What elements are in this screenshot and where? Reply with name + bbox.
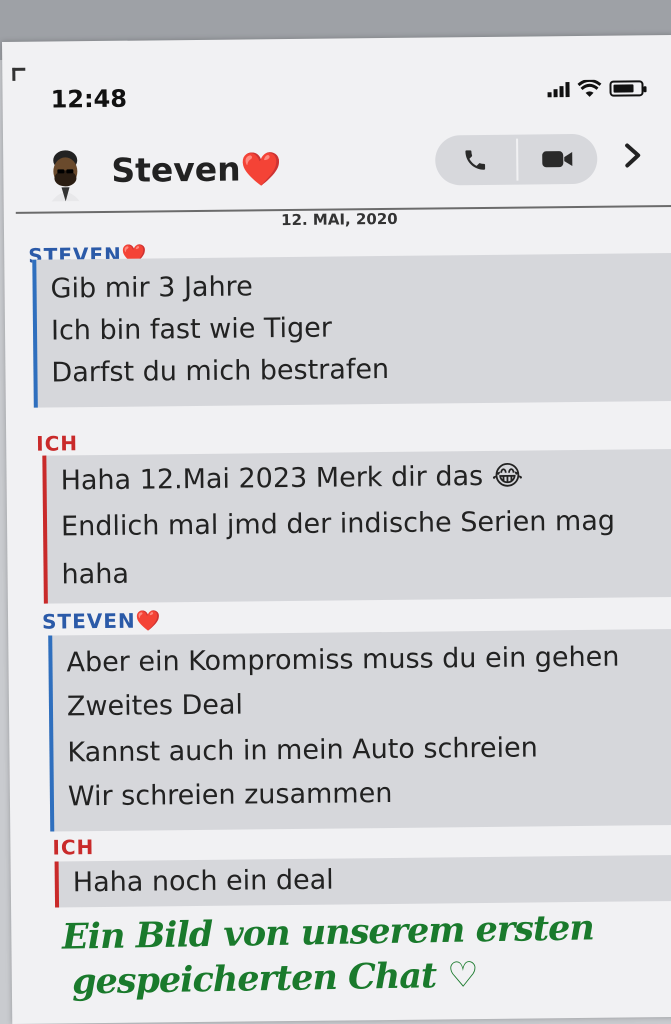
message-line: Endlich mal jmd der indische Serien mag [60, 505, 616, 543]
message-line: Darfst du mich bestrafen [51, 353, 390, 389]
printed-screenshot: 12:48 Steven❤️ 12. MAI, 2020 STEVEN❤️ Gi… [2, 34, 671, 1024]
message-line: Gib mir 3 Jahre [50, 271, 253, 305]
message-line: Aber ein Kompromiss muss du ein gehen [66, 641, 620, 679]
handwritten-note-line-2: gespeicherten Chat ♡ [71, 954, 479, 1003]
message-line: Kannst auch in mein Auto schreien [67, 732, 538, 769]
video-icon [542, 151, 573, 168]
message-bar [32, 259, 38, 408]
battery-icon [609, 80, 644, 97]
phone-icon [465, 150, 486, 170]
message-bar [48, 635, 55, 832]
status-time: 12:48 [50, 84, 128, 114]
call-actions [435, 133, 598, 186]
message-line: Ich bin fast wie Tiger [50, 312, 333, 347]
signal-icon [547, 81, 570, 98]
sender-label-me: ICH [52, 835, 95, 860]
message-line: Wir schreien zusammen [67, 777, 393, 813]
message-group: Aber ein Kompromiss muss du ein gehen Zw… [48, 628, 671, 832]
message-line: Haha 12.Mai 2023 Merk dir das 😂 [60, 460, 524, 497]
corner-mark [12, 67, 26, 81]
contact-name[interactable]: Steven❤️ [111, 149, 282, 191]
message-group: Haha noch ein deal [54, 854, 671, 908]
chat-header: Steven❤️ [3, 127, 671, 214]
status-icons [547, 79, 644, 98]
message-line: Zweites Deal [66, 689, 244, 723]
message-line: Haha noch ein deal [72, 864, 334, 899]
message-line: haha [61, 558, 130, 591]
phone-button[interactable] [435, 135, 516, 186]
chevron-right-icon [625, 143, 641, 168]
sender-label-me: ICH [36, 431, 79, 456]
avatar-emoji[interactable] [45, 147, 86, 202]
message-bar [42, 455, 48, 604]
message-group: Haha 12.Mai 2023 Merk dir das 😂 Endlich … [42, 448, 671, 604]
message-group: Gib mir 3 Jahre Ich bin fast wie Tiger D… [32, 252, 671, 408]
video-button[interactable] [517, 134, 598, 185]
sender-label-steven: STEVEN❤️ [41, 608, 162, 634]
wifi-icon [577, 79, 602, 97]
message-bar [54, 861, 60, 908]
chevron-right-button[interactable] [621, 141, 645, 169]
